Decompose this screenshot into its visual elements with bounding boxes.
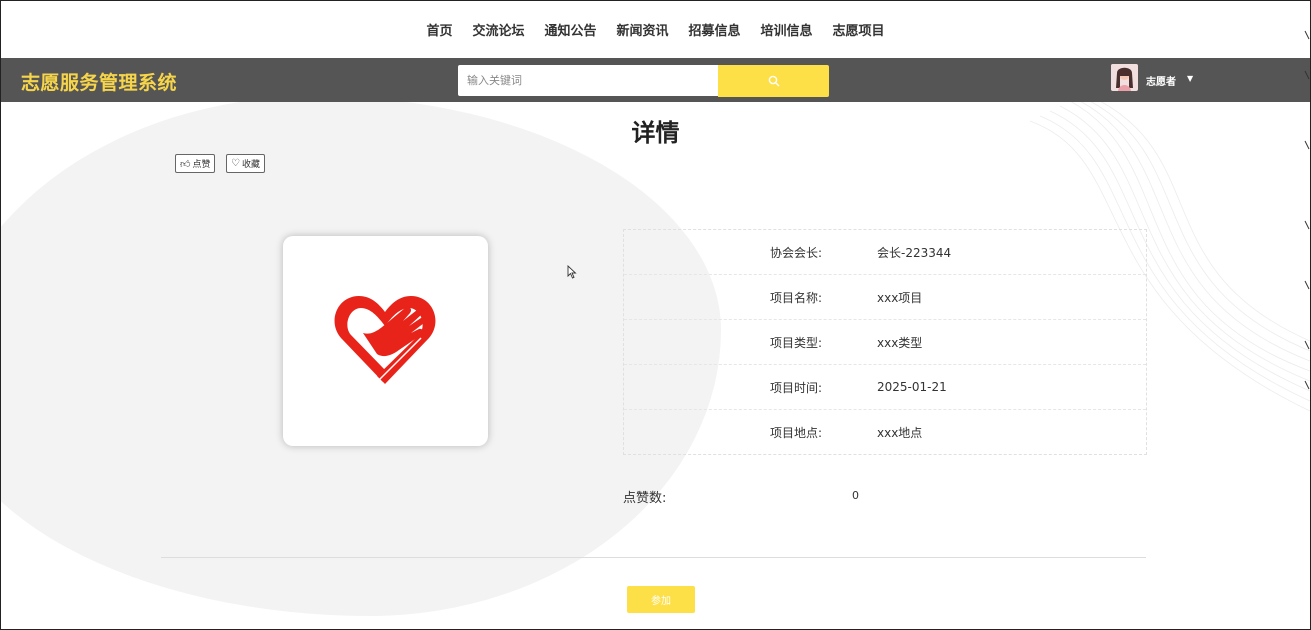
detail-label: 项目地点: [769,425,822,440]
detail-value: xxx地点 [877,425,923,440]
favorite-button-label: 收藏 [241,160,260,170]
mouse-cursor-icon [567,265,577,279]
detail-row: 项目地点: xxx地点 [624,409,1146,454]
detail-value: 2025-01-21 [877,380,947,394]
user-name[interactable]: 志愿者 [1146,73,1176,88]
detail-value: xxx项目 [877,290,923,305]
nav-item-volunteer-projects[interactable]: 志愿项目 [833,20,885,39]
search-input[interactable] [458,65,725,96]
detail-row: 项目名称: xxx项目 [624,274,1146,319]
detail-label: 项目类型: [769,335,822,350]
nav-item-recruitment[interactable]: 招募信息 [689,20,741,39]
likes-count-value: 0 [852,489,859,502]
site-brand[interactable]: 志愿服务管理系统 [21,68,177,95]
page-title: 详情 [631,119,680,147]
project-image-card [283,236,488,446]
detail-label: 协会会长: [769,245,822,260]
nav-item-home[interactable]: 首页 [426,20,452,39]
nav-item-news[interactable]: 新闻资讯 [616,20,668,39]
join-button[interactable]: 参加 [627,586,695,613]
user-avatar[interactable] [1111,64,1138,91]
likes-count-label: 点赞数: [623,491,667,506]
detail-table: 协会会长: 会长-223344 项目名称: xxx项目 项目类型: xxx类型 … [623,229,1147,455]
detail-label: 项目时间: [769,380,822,395]
search-icon [768,75,779,87]
detail-value: xxx类型 [877,335,923,350]
thumb-up-icon: 👍︎ [180,158,191,170]
like-button-label: 点赞 [192,160,211,170]
detail-label: 项目名称: [769,290,822,305]
detail-row: 协会会长: 会长-223344 [624,230,1146,274]
caret-down-icon[interactable]: ▼ [1187,74,1193,83]
avatar-image [1111,64,1138,91]
nav-item-training[interactable]: 培训信息 [761,20,813,39]
divider [161,557,1146,558]
detail-row: 项目类型: xxx类型 [624,319,1146,364]
heart-outline-icon: ♡ [231,158,240,169]
edge-marks [1304,30,1310,390]
nav-item-forum[interactable]: 交流论坛 [472,20,524,39]
page-frame: 首页 交流论坛 通知公告 新闻资讯 招募信息 培训信息 志愿项目 志愿服务管理系… [0,0,1311,630]
header-bar: 志愿服务管理系统 志愿者 ▼ [1,58,1310,102]
volunteer-heart-hand-logo [334,296,436,384]
top-nav: 首页 交流论坛 通知公告 新闻资讯 招募信息 培训信息 志愿项目 [1,1,1310,58]
nav-item-announcements[interactable]: 通知公告 [544,20,596,39]
like-button[interactable]: 👍︎ 点赞 [175,154,216,173]
favorite-button[interactable]: ♡ 收藏 [226,154,265,173]
detail-row: 项目时间: 2025-01-21 [624,364,1146,409]
detail-value: 会长-223344 [877,245,952,260]
search-button[interactable] [718,65,829,97]
